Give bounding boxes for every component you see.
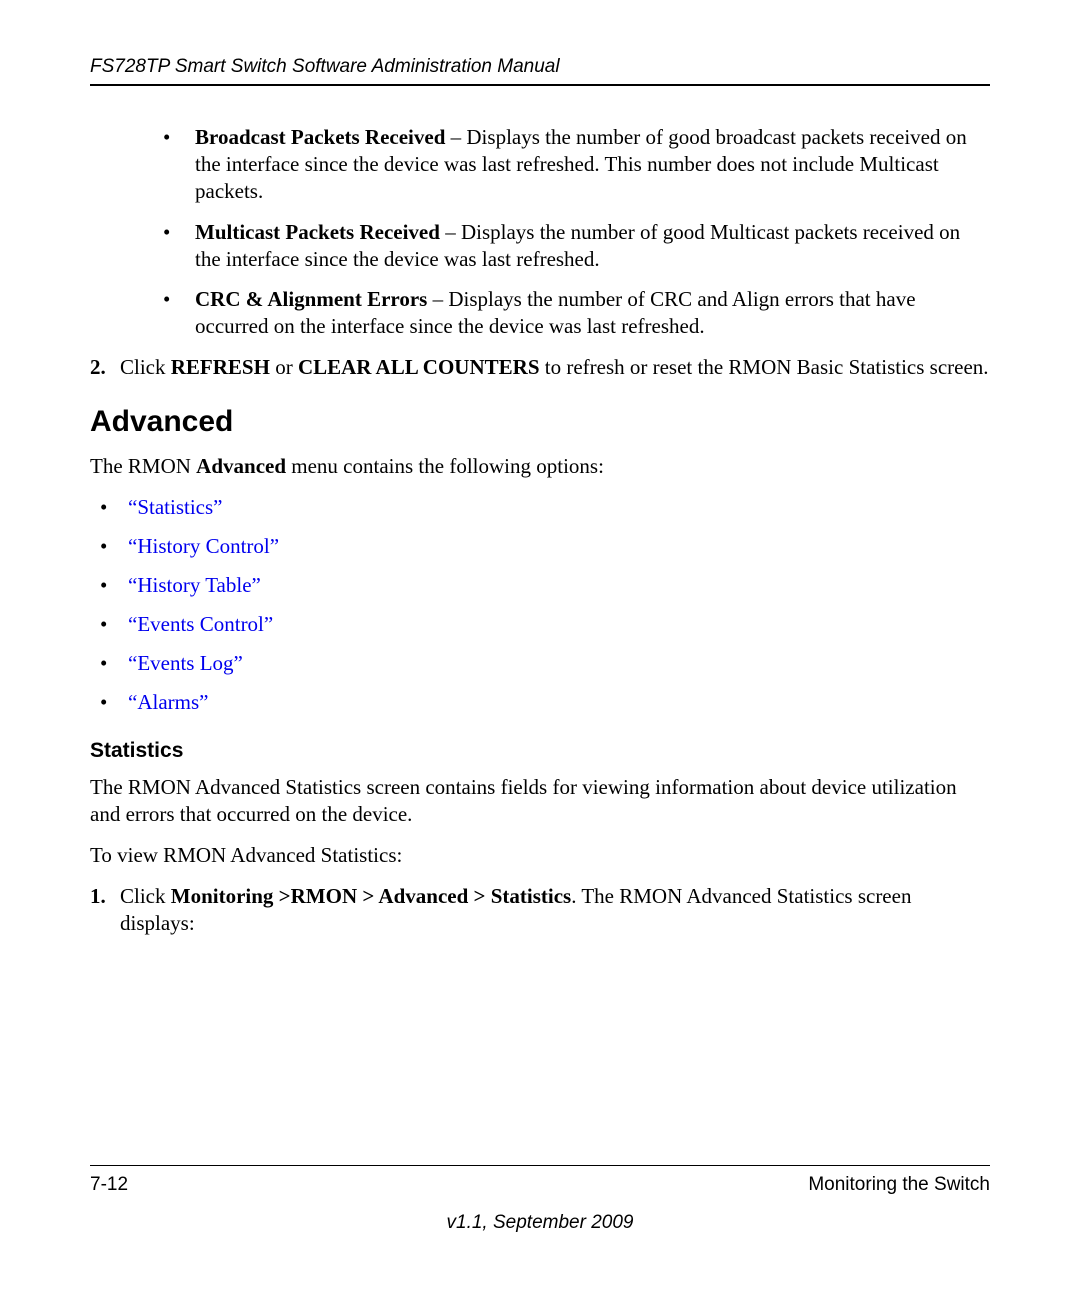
page-footer: 7-12 Monitoring the Switch	[90, 1165, 990, 1196]
nav-path: Monitoring >RMON > Advanced > Statistics	[171, 884, 571, 908]
advanced-links-list: “Statistics” “History Control” “History …	[90, 494, 990, 715]
link-alarms[interactable]: “Alarms”	[128, 690, 208, 714]
text: menu contains the following options:	[286, 454, 604, 478]
link-history-control[interactable]: “History Control”	[128, 534, 279, 558]
footer-line: 7-12 Monitoring the Switch	[90, 1165, 990, 1196]
list-item: “Events Log”	[90, 650, 990, 677]
link-history-table[interactable]: “History Table”	[128, 573, 261, 597]
definition-bullet-list: Broadcast Packets Received – Displays th…	[90, 124, 990, 340]
statistics-para-2: To view RMON Advanced Statistics:	[90, 842, 990, 869]
text: Click	[120, 884, 171, 908]
bullet-multicast-packets: Multicast Packets Received – Displays th…	[155, 219, 990, 273]
text: The RMON	[90, 454, 196, 478]
bullet-broadcast-packets: Broadcast Packets Received – Displays th…	[155, 124, 990, 205]
term: Broadcast Packets Received	[195, 125, 445, 149]
page-header: FS728TP Smart Switch Software Administra…	[90, 56, 990, 86]
advanced-heading: Advanced	[90, 403, 990, 441]
link-statistics[interactable]: “Statistics”	[128, 495, 222, 519]
statistics-para-1: The RMON Advanced Statistics screen cont…	[90, 774, 990, 828]
link-events-log[interactable]: “Events Log”	[128, 651, 243, 675]
term: CRC & Alignment Errors	[195, 287, 427, 311]
section-title: Monitoring the Switch	[808, 1174, 990, 1196]
text: Click	[120, 355, 171, 379]
step-list-top: 2. Click REFRESH or CLEAR ALL COUNTERS t…	[90, 354, 990, 381]
clear-all-counters-label: CLEAR ALL COUNTERS	[298, 355, 540, 379]
text: to refresh or reset the RMON Basic Stati…	[540, 355, 989, 379]
page-content: Broadcast Packets Received – Displays th…	[90, 124, 990, 937]
statistics-heading: Statistics	[90, 738, 990, 765]
statistics-step-list: 1. Click Monitoring >RMON > Advanced > S…	[90, 883, 990, 937]
list-item: “History Control”	[90, 533, 990, 560]
step-1: 1. Click Monitoring >RMON > Advanced > S…	[90, 883, 990, 937]
list-item: “Alarms”	[90, 689, 990, 716]
step-2: 2. Click REFRESH or CLEAR ALL COUNTERS t…	[90, 354, 990, 381]
step-number: 1.	[90, 883, 106, 910]
refresh-label: REFRESH	[171, 355, 270, 379]
list-item: “History Table”	[90, 572, 990, 599]
bullet-crc-align-errors: CRC & Alignment Errors – Displays the nu…	[155, 286, 990, 340]
manual-page: FS728TP Smart Switch Software Administra…	[0, 0, 1080, 1296]
link-events-control[interactable]: “Events Control”	[128, 612, 273, 636]
version-footer: v1.1, September 2009	[0, 1212, 1080, 1234]
step-number: 2.	[90, 354, 106, 381]
text: or	[270, 355, 298, 379]
advanced-intro: The RMON Advanced menu contains the foll…	[90, 453, 990, 480]
page-number: 7-12	[90, 1174, 128, 1196]
list-item: “Events Control”	[90, 611, 990, 638]
list-item: “Statistics”	[90, 494, 990, 521]
advanced-bold: Advanced	[196, 454, 286, 478]
term: Multicast Packets Received	[195, 220, 440, 244]
